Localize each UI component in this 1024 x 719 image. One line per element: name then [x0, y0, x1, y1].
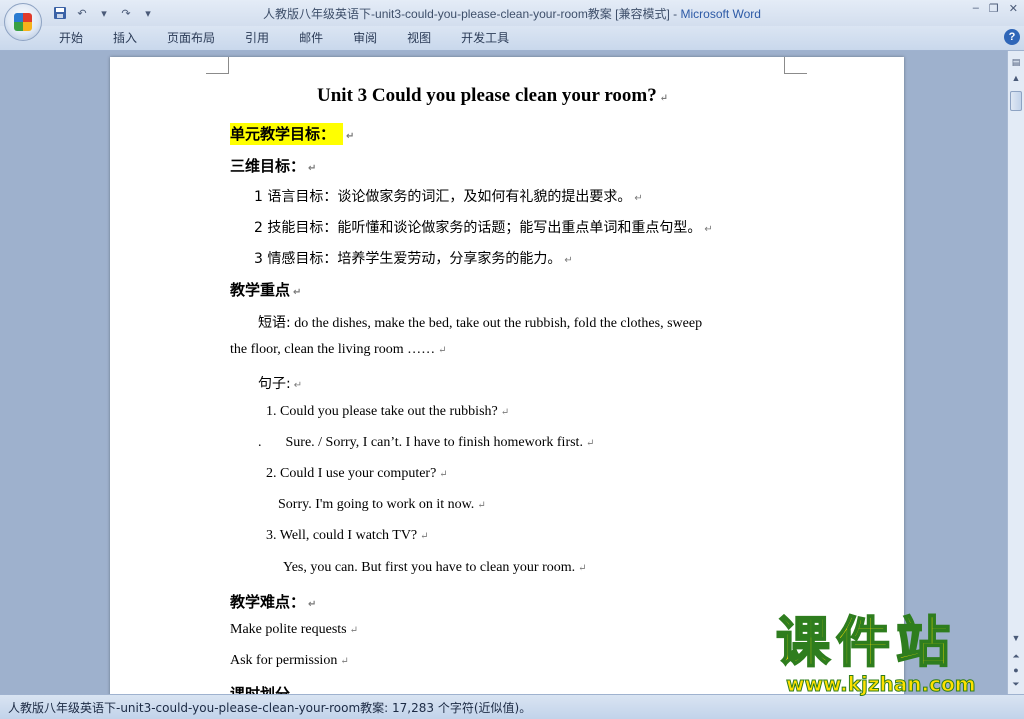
- paragraph-mark: ↵: [439, 469, 448, 480]
- restore-icon[interactable]: ❐: [989, 2, 999, 15]
- goal-text: 2 技能目标：能听懂和谈论做家务的话题；能写出重点单词和重点句型。: [254, 220, 702, 236]
- label-text: 句子:: [258, 376, 291, 392]
- status-text: 人教版八年级英语下-unit3-could-you-please-clean-y…: [8, 701, 532, 715]
- ruler-toggle-icon[interactable]: ▤: [1009, 55, 1023, 69]
- document-name: 人教版八年级英语下-unit3-could-you-please-clean-y…: [263, 7, 670, 21]
- heading-text: 教学重点: [230, 281, 291, 299]
- title-separator: -: [669, 7, 681, 21]
- watermark-text: 课件站: [775, 611, 956, 674]
- sentence-text: 1. Could you please take out the rubbish…: [266, 404, 498, 419]
- difficulty-1: Make polite requests ↵: [230, 622, 358, 638]
- office-logo-icon: [14, 13, 32, 31]
- sentence-text: 2. Could I use your computer?: [266, 466, 437, 481]
- heading-text: 三维目标：: [230, 157, 306, 175]
- sentence-1: 1. Could you please take out the rubbish…: [266, 404, 509, 420]
- doc-title-text: Unit 3 Could you please clean your room?: [317, 85, 657, 106]
- paragraph-mark: ↵: [346, 131, 355, 142]
- paragraph-mark: ↵: [438, 345, 447, 356]
- difficulties-heading: 教学难点： ↵: [230, 591, 316, 612]
- app-name: Microsoft Word: [680, 7, 761, 21]
- difficulty-2: Ask for permission ↵: [230, 653, 349, 669]
- goal-text: 3 情感目标：培养学生爱劳动，分享家务的能力。: [254, 251, 562, 267]
- scroll-down-icon[interactable]: ▼: [1009, 631, 1023, 645]
- heading-text: 教学难点：: [230, 593, 306, 611]
- sentence-3-answer: Yes, you can. But first you have to clea…: [283, 560, 587, 576]
- previous-page-icon[interactable]: ⏶: [1009, 649, 1023, 663]
- phrases-text: do the dishes, make the bed, take out th…: [290, 316, 703, 331]
- sentence-2-answer: Sorry. I'm going to work on it now. ↵: [278, 497, 486, 513]
- document-workspace[interactable]: Unit 3 Could you please clean your room?…: [0, 51, 1008, 694]
- goal-2: 2 技能目标：能听懂和谈论做家务的话题；能写出重点单词和重点句型。 ↵: [254, 217, 713, 237]
- sentence-text: Yes, you can. But first you have to clea…: [283, 560, 576, 575]
- tab-insert[interactable]: 插入: [104, 30, 146, 46]
- goal-text: 1 语言目标：谈论做家务的词汇，及如何有礼貌的提出要求。: [254, 189, 632, 205]
- class-hours-heading: 课时划分: [230, 683, 290, 694]
- highlighted-heading: 单元教学目标：: [230, 123, 344, 145]
- paragraph-mark: ↵: [293, 287, 302, 298]
- watermark-url: www.kjzhan.com: [786, 672, 977, 697]
- next-page-icon[interactable]: ⏷: [1009, 677, 1023, 691]
- help-icon[interactable]: ?: [1004, 29, 1020, 45]
- unit-goals-heading: 单元教学目标： ↵: [230, 123, 355, 145]
- goal-3: 3 情感目标：培养学生爱劳动，分享家务的能力。 ↵: [254, 248, 573, 268]
- paragraph-mark: ↵: [349, 625, 359, 636]
- sentence-3: 3. Well, could I watch TV? ↵: [266, 528, 429, 544]
- difficulty-text: Ask for permission: [230, 653, 338, 668]
- paragraph-mark: ↵: [500, 407, 510, 418]
- paragraph-mark: ↵: [293, 380, 303, 391]
- ribbon-tabs: 开始 插入 页面布局 引用 邮件 审阅 视图 开发工具: [50, 30, 530, 46]
- tab-home[interactable]: 开始: [50, 30, 92, 46]
- paragraph-mark: ↵: [308, 163, 317, 174]
- sentence-2: 2. Could I use your computer? ↵: [266, 466, 448, 482]
- tab-page-layout[interactable]: 页面布局: [158, 30, 224, 46]
- tab-references[interactable]: 引用: [236, 30, 278, 46]
- tab-developer[interactable]: 开发工具: [452, 30, 518, 46]
- difficulty-text: Make polite requests: [230, 622, 347, 637]
- stray-dot: .: [258, 435, 262, 450]
- paragraph-mark: ↵: [420, 531, 429, 542]
- office-button[interactable]: [4, 3, 42, 41]
- paragraph-mark: ↵: [340, 656, 349, 667]
- key-points-heading: 教学重点 ↵: [230, 279, 301, 300]
- document-page[interactable]: Unit 3 Could you please clean your room?…: [110, 57, 904, 694]
- paragraph-mark: ↵: [659, 93, 669, 104]
- status-bar: 人教版八年级英语下-unit3-could-you-please-clean-y…: [0, 694, 1024, 719]
- sentence-text: 3. Well, could I watch TV?: [266, 528, 418, 543]
- scroll-thumb[interactable]: [1010, 91, 1022, 111]
- sentences-label: 句子: ↵: [258, 373, 302, 393]
- three-dim-heading: 三维目标： ↵: [230, 155, 316, 176]
- scroll-up-icon[interactable]: ▲: [1009, 71, 1023, 85]
- margin-corner-mark: [206, 57, 229, 74]
- window-controls: – ❐ ✕: [973, 2, 1018, 15]
- tab-view[interactable]: 视图: [398, 30, 440, 46]
- paragraph-mark: ↵: [585, 438, 595, 449]
- phrases-text: the floor, clean the living room ……: [230, 342, 436, 357]
- paragraph-mark: ↵: [564, 255, 573, 266]
- tab-review[interactable]: 审阅: [344, 30, 386, 46]
- sentence-text: Sure. / Sorry, I can’t. I have to finish…: [285, 435, 583, 450]
- watermark-logo: 课件站 www.kjzhan.com: [775, 611, 1002, 697]
- paragraph-mark: ↵: [634, 193, 643, 204]
- paragraph-mark: ↵: [477, 500, 486, 511]
- paragraph-mark: ↵: [578, 563, 587, 574]
- tab-mailings[interactable]: 邮件: [290, 30, 332, 46]
- ribbon: 开始 插入 页面布局 引用 邮件 审阅 视图 开发工具 ?: [0, 26, 1024, 51]
- minimize-icon[interactable]: –: [973, 2, 979, 15]
- window-title: 人教版八年级英语下-unit3-could-you-please-clean-y…: [0, 5, 1024, 22]
- title-bar: ↶ ▾ ↷ ▾ 人教版八年级英语下-unit3-could-you-please…: [0, 0, 1024, 26]
- vertical-scrollbar[interactable]: ▤ ▲ ▼ ⏶ ● ⏷: [1007, 51, 1024, 694]
- phrases-label: 短语:: [258, 315, 291, 331]
- heading-text: 课时划分: [230, 685, 291, 694]
- phrases-line-1: 短语: do the dishes, make the bed, take ou…: [258, 312, 702, 332]
- browse-object-icon[interactable]: ●: [1009, 663, 1023, 677]
- phrases-line-2: the floor, clean the living room …… ↵: [230, 342, 447, 358]
- goal-1: 1 语言目标：谈论做家务的词汇，及如何有礼貌的提出要求。 ↵: [254, 186, 643, 206]
- paragraph-mark: ↵: [308, 599, 317, 610]
- paragraph-mark: ↵: [704, 224, 713, 235]
- close-icon[interactable]: ✕: [1009, 2, 1018, 15]
- sentence-1-answer: . Sure. / Sorry, I can’t. I have to finis…: [258, 435, 594, 451]
- margin-corner-mark: [784, 57, 807, 74]
- doc-title: Unit 3 Could you please clean your room?…: [317, 85, 668, 107]
- sentence-text: Sorry. I'm going to work on it now.: [278, 497, 475, 512]
